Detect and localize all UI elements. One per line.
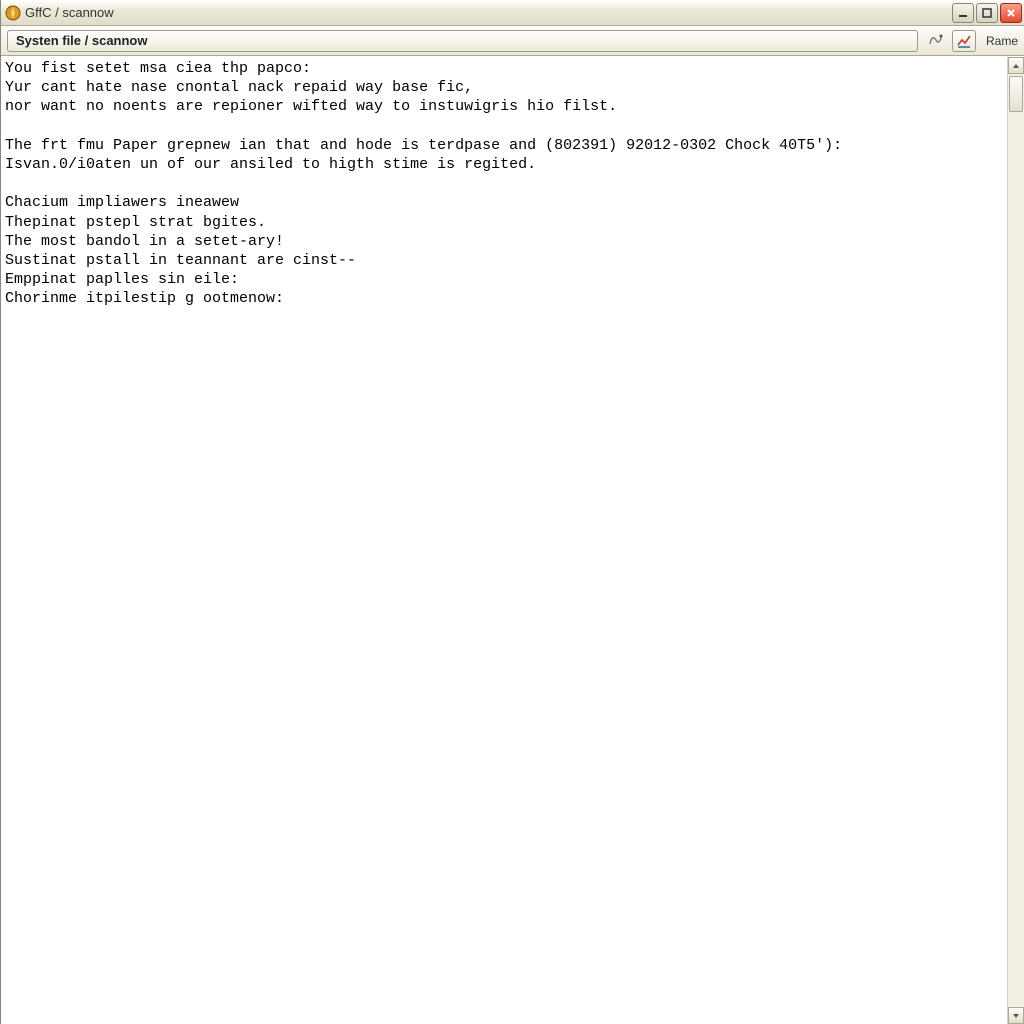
output-line: Thepinat pstepl strat bgites. (5, 213, 1003, 232)
scroll-down-button[interactable] (1008, 1007, 1024, 1024)
maximize-button[interactable] (976, 3, 998, 23)
close-button[interactable] (1000, 3, 1022, 23)
vertical-scrollbar[interactable] (1007, 57, 1024, 1024)
title-path: / scannow (55, 5, 114, 20)
toolbar: Systen file / scannow Rame (1, 26, 1024, 56)
output-line: Emppinat paplles sin eile: (5, 270, 1003, 289)
output-line (5, 117, 1003, 136)
output-line: Chorinme itpilestip g ootmenow: (5, 289, 1003, 308)
gear-icon[interactable] (924, 32, 948, 49)
scroll-thumb[interactable] (1009, 76, 1023, 112)
output-line: Yur cant hate nase cnontal nack repaid w… (5, 78, 1003, 97)
output-line: nor want no noents are repioner wifted w… (5, 97, 1003, 116)
address-text: Systen file / scannow (16, 33, 148, 48)
content-area: You fist setet msa ciea thp papco:Yur ca… (1, 56, 1024, 1024)
chart-button[interactable] (952, 30, 976, 52)
output-line: The most bandol in a setet-ary! (5, 232, 1003, 251)
toolbar-right-label: Rame (986, 34, 1018, 48)
output-line: The frt fmu Paper grepnew ian that and h… (5, 136, 1003, 155)
app-window: GffC / scannow Systen file / scannow (0, 0, 1024, 1024)
output-line: Chacium impliawers ineawew (5, 193, 1003, 212)
scroll-up-button[interactable] (1008, 57, 1024, 74)
titlebar: GffC / scannow (1, 0, 1024, 26)
app-icon (5, 5, 21, 21)
output-line: Sustinat pstall in teannant are cinst-- (5, 251, 1003, 270)
title-app: GffC (25, 5, 52, 20)
address-bar[interactable]: Systen file / scannow (7, 30, 918, 52)
output-line: You fist setet msa ciea thp papco: (5, 59, 1003, 78)
output-line: Isvan.0/i0aten un of our ansiled to higt… (5, 155, 1003, 174)
window-title: GffC / scannow (25, 5, 952, 20)
window-controls (952, 3, 1022, 23)
scroll-track[interactable] (1008, 74, 1024, 1007)
console-output: You fist setet msa ciea thp papco:Yur ca… (1, 57, 1007, 1024)
minimize-button[interactable] (952, 3, 974, 23)
output-line (5, 174, 1003, 193)
